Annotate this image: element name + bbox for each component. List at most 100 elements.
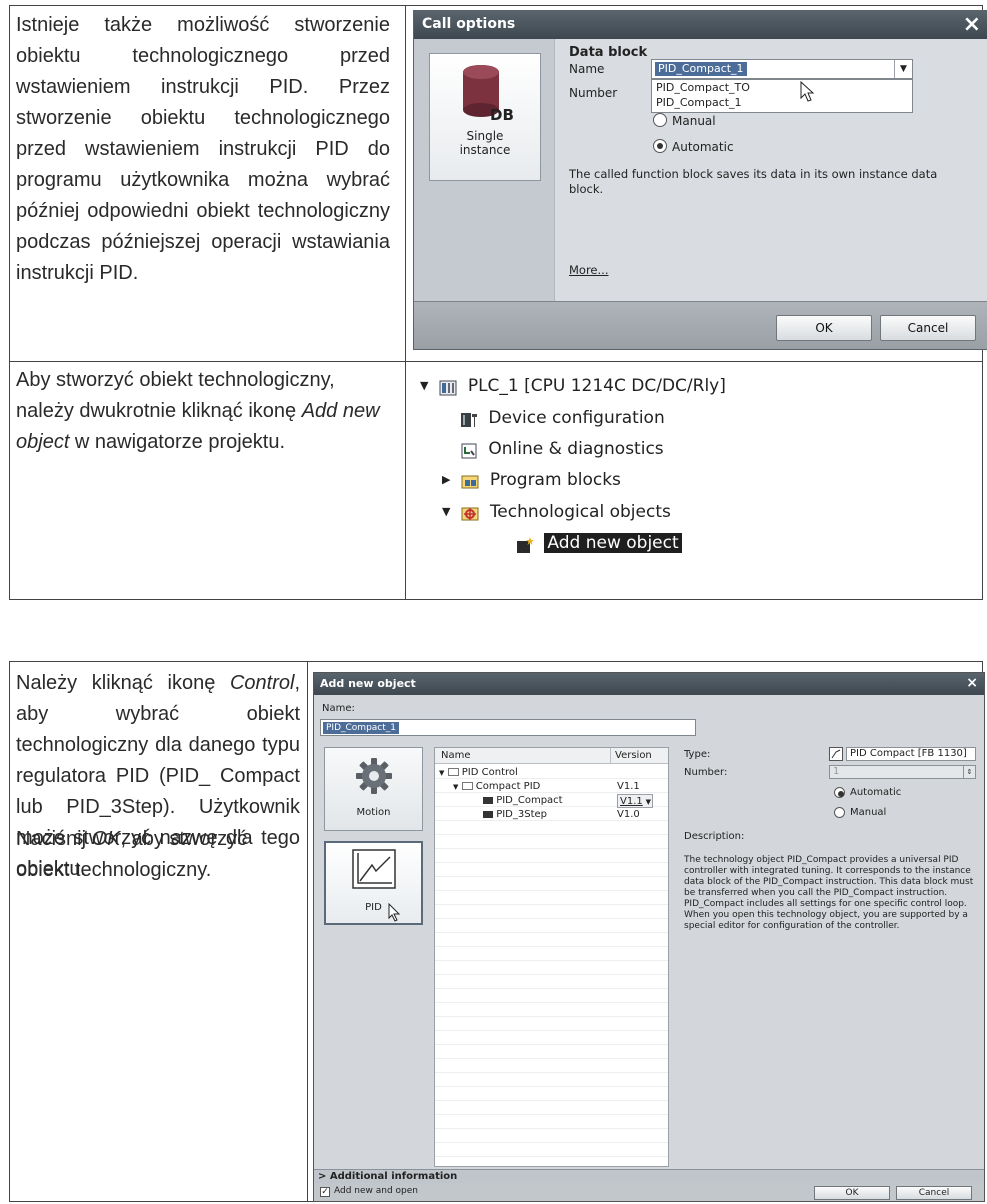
mouse-cursor-icon bbox=[800, 81, 815, 102]
dropdown-item[interactable]: PID_Compact_1 bbox=[652, 95, 912, 110]
program-blocks-icon bbox=[461, 471, 479, 489]
category-label: PID bbox=[365, 902, 382, 913]
ok-button[interactable]: OK bbox=[776, 315, 872, 341]
description-label: Description: bbox=[684, 831, 745, 842]
tree-item-online-diagnostics[interactable]: Online & diagnostics bbox=[460, 434, 664, 464]
version-select[interactable]: V1.1 ▼ bbox=[617, 794, 653, 808]
list-stripe bbox=[435, 1045, 668, 1059]
dropdown-item[interactable]: PID_Compact_TO bbox=[652, 80, 912, 95]
tree-item-add-new-object[interactable]: Add new object bbox=[516, 528, 682, 558]
automatic-label: Automatic bbox=[850, 787, 902, 798]
list-stripe bbox=[435, 1031, 668, 1045]
chevron-down-icon[interactable]: ▼ bbox=[646, 795, 651, 809]
tree-item-program-blocks[interactable]: ▶ Program blocks bbox=[442, 465, 621, 495]
automatic-radio[interactable] bbox=[834, 787, 845, 798]
list-stripe bbox=[435, 1003, 668, 1017]
technological-objects-icon bbox=[461, 503, 479, 521]
folder-icon bbox=[461, 782, 473, 790]
emphasis-text: Control bbox=[229, 672, 295, 694]
list-stripe bbox=[435, 863, 668, 877]
cancel-button[interactable]: Cancel bbox=[880, 315, 976, 341]
list-stripe bbox=[435, 849, 668, 863]
chevron-down-icon[interactable]: ▼ bbox=[894, 60, 912, 78]
automatic-label: Automatic bbox=[672, 140, 734, 154]
list-stripe bbox=[435, 933, 668, 947]
column-divider bbox=[307, 662, 308, 1201]
expanded-arrow-icon[interactable]: ▼ bbox=[439, 769, 444, 777]
list-stripe bbox=[435, 961, 668, 975]
list-stripe bbox=[435, 877, 668, 891]
tree-label: Online & diagnostics bbox=[488, 439, 664, 459]
close-icon[interactable]: × bbox=[966, 675, 978, 691]
dialog-title: Add new object bbox=[320, 677, 416, 690]
list-stripe bbox=[435, 905, 668, 919]
list-stripe bbox=[435, 989, 668, 1003]
tree-label: Device configuration bbox=[488, 408, 665, 428]
name-label: Name: bbox=[322, 703, 355, 714]
paragraph-text: Aby stworzyć obiekt technologiczny, nale… bbox=[16, 369, 335, 422]
list-item-compact-pid[interactable]: ▼ Compact PID bbox=[453, 780, 540, 794]
version-value: V1.1 bbox=[620, 796, 643, 807]
list-stripe bbox=[435, 1129, 668, 1143]
dialog-titlebar: Call options × bbox=[414, 11, 987, 39]
tree-item-technological-objects[interactable]: ▼ Technological objects bbox=[442, 497, 671, 527]
list-stripe bbox=[435, 1143, 668, 1157]
emphasis-text: OK bbox=[91, 828, 121, 850]
paragraph-add-object: Aby stworzyć obiekt technologiczny, nale… bbox=[16, 365, 390, 458]
list-item-version: V1.0 bbox=[617, 809, 640, 820]
row-divider bbox=[10, 361, 982, 362]
list-stripe bbox=[435, 821, 668, 835]
close-icon[interactable]: × bbox=[963, 12, 981, 37]
pid-category-button[interactable]: PID bbox=[324, 841, 423, 925]
device-configuration-icon bbox=[460, 409, 478, 427]
name-value: PID_Compact_1 bbox=[323, 722, 400, 734]
ok-button[interactable]: OK bbox=[814, 1186, 890, 1200]
tree-item-plc[interactable]: ▼ PLC_1 [CPU 1214C DC/DC/Rly] bbox=[420, 371, 726, 401]
list-stripe bbox=[435, 947, 668, 961]
list-item-pid-compact[interactable]: PID_Compact bbox=[483, 794, 563, 808]
data-block-pane: Data block Name PID_Compact_1 ▼ Number P… bbox=[554, 39, 987, 301]
add-new-object-dialog: Add new object × Name: PID_Compact_1 Mot… bbox=[313, 672, 985, 1202]
list-item-label: PID_3Step bbox=[496, 809, 547, 820]
list-stripe bbox=[435, 1017, 668, 1031]
number-value: 1 bbox=[833, 766, 840, 777]
add-new-and-open-checkbox[interactable]: ✓ bbox=[320, 1187, 330, 1197]
cancel-button[interactable]: Cancel bbox=[896, 1186, 972, 1200]
type-chart-icon bbox=[829, 747, 843, 761]
project-tree: ▼ PLC_1 [CPU 1214C DC/DC/Rly] Device con… bbox=[420, 371, 760, 595]
manual-label: Manual bbox=[672, 114, 716, 128]
automatic-radio[interactable] bbox=[653, 139, 667, 153]
additional-information-label: Additional information bbox=[329, 1171, 458, 1182]
name-input[interactable]: PID_Compact_1 bbox=[320, 719, 696, 736]
name-combobox[interactable]: PID_Compact_1 ▼ bbox=[651, 59, 913, 79]
number-field[interactable]: 1 ⇕ bbox=[829, 765, 976, 779]
motion-category-button[interactable]: Motion bbox=[324, 747, 423, 831]
name-value: PID_Compact_1 bbox=[655, 62, 747, 76]
type-field: PID Compact [FB 1130] bbox=[846, 747, 976, 761]
list-item-label: Compact PID bbox=[475, 781, 541, 792]
name-label: Name bbox=[569, 62, 605, 76]
paragraph-ok: Naciśnij OK, aby stworzyć obiekt technol… bbox=[16, 824, 300, 886]
list-item-pid-control[interactable]: ▼ PID Control bbox=[439, 766, 518, 780]
spinner-icon[interactable]: ⇕ bbox=[963, 766, 975, 778]
chevron-right-icon[interactable]: > bbox=[318, 1171, 326, 1182]
list-stripe bbox=[435, 1073, 668, 1087]
expanded-arrow-icon[interactable]: ▼ bbox=[453, 783, 458, 791]
expanded-arrow-icon[interactable]: ▼ bbox=[442, 497, 456, 527]
number-label: Number: bbox=[684, 767, 728, 778]
manual-radio[interactable] bbox=[834, 807, 845, 818]
paragraph-intro: Istnieje także możliwość stworzenie obie… bbox=[16, 14, 390, 284]
tree-label: Program blocks bbox=[489, 470, 621, 490]
list-item-label: PID Control bbox=[461, 767, 518, 778]
collapsed-arrow-icon[interactable]: ▶ bbox=[442, 465, 456, 495]
single-instance-tile[interactable]: DB Single instance bbox=[429, 53, 541, 181]
expanded-arrow-icon[interactable]: ▼ bbox=[420, 371, 434, 401]
manual-radio[interactable] bbox=[653, 113, 667, 127]
tree-label: Technological objects bbox=[489, 502, 671, 522]
tree-item-device-configuration[interactable]: Device configuration bbox=[460, 403, 665, 433]
list-item-pid-3step[interactable]: PID_3Step bbox=[483, 808, 547, 822]
additional-information-bar[interactable]: > Additional information bbox=[314, 1169, 984, 1183]
more-link[interactable]: More... bbox=[569, 263, 608, 277]
list-stripe bbox=[435, 919, 668, 933]
dialog-footer: OK Cancel bbox=[414, 301, 987, 349]
